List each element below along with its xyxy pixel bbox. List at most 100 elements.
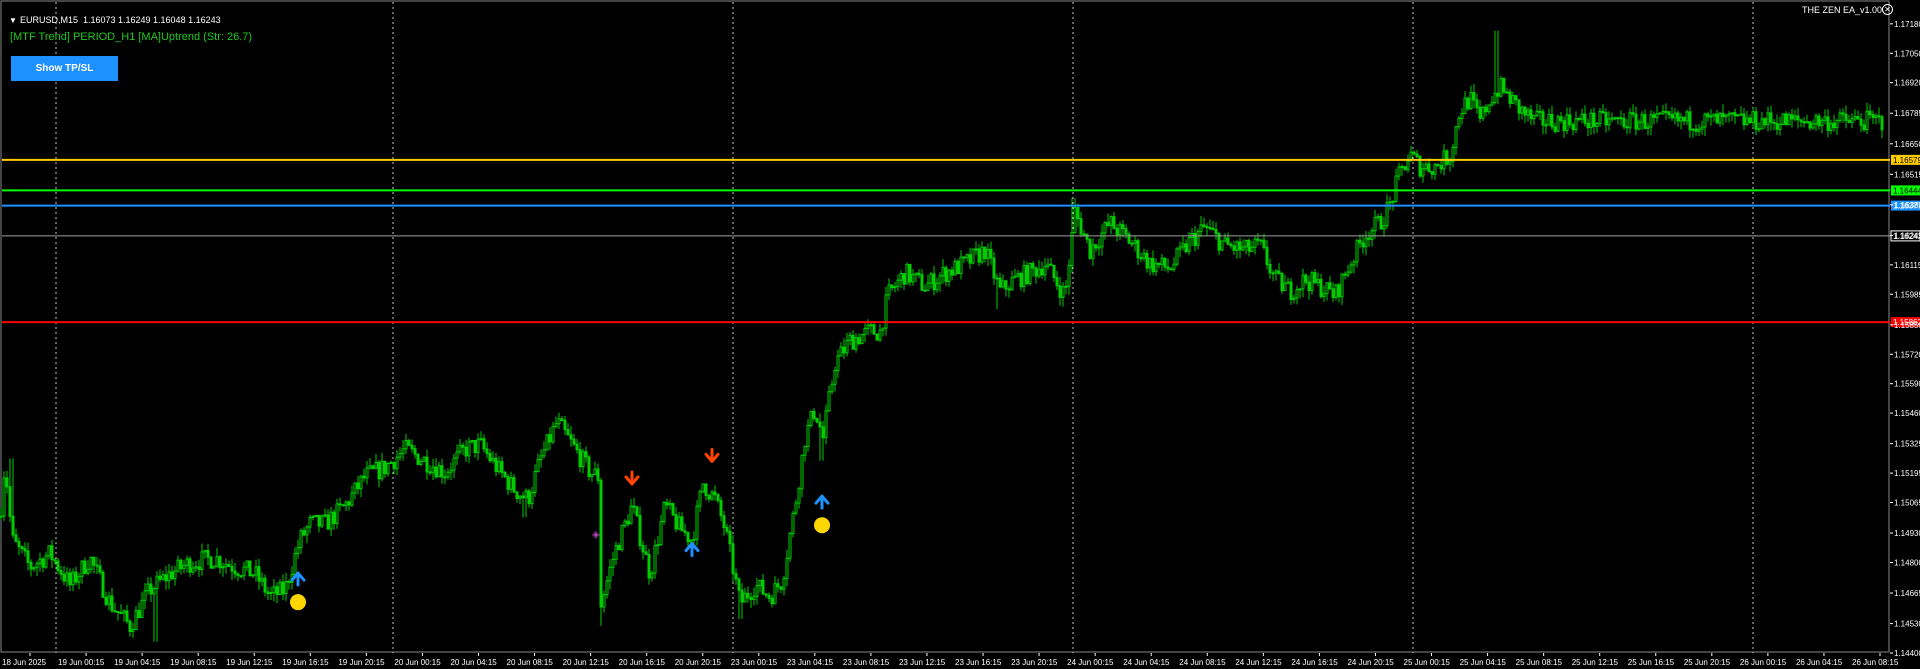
candle-body [782, 577, 786, 590]
candle-body [1211, 227, 1215, 231]
candle-body [1592, 112, 1596, 127]
candle-body [470, 440, 474, 443]
candle-body [1436, 164, 1440, 167]
candle-body [257, 566, 261, 582]
candle-body [1688, 111, 1692, 131]
candle-body [1334, 284, 1338, 298]
candle-body [1823, 116, 1827, 121]
candle-body [215, 556, 219, 567]
candle-body [1022, 265, 1026, 288]
candle-body [1463, 97, 1467, 115]
candle-body [1802, 121, 1806, 124]
candle-body [1184, 243, 1188, 253]
candle-body [1139, 257, 1143, 260]
candle-body [221, 566, 225, 569]
price-chart[interactable]: 1.165791.164441.163771.162431.158621.171… [0, 0, 1920, 669]
candle-body [551, 426, 555, 443]
candle-body [170, 571, 174, 580]
candle-body [842, 346, 846, 354]
candle-body [989, 248, 993, 259]
candle-body [746, 592, 750, 599]
candle-body [26, 550, 30, 563]
candle-body [968, 254, 972, 264]
candle-body [1829, 122, 1833, 132]
candle-body [95, 564, 99, 567]
price-tick-label: 1.14930 [1894, 529, 1920, 538]
candle-body [464, 446, 468, 457]
time-tick-label: 20 Jun 08:15 [507, 658, 554, 667]
candle-body [884, 294, 888, 329]
candle-body [71, 571, 75, 586]
candle-body [872, 324, 876, 335]
candle-body [851, 334, 855, 350]
candle-body [158, 575, 162, 580]
time-tick-label: 24 Jun 20:15 [1347, 658, 1394, 667]
show-tpsl-button[interactable]: Show TP/SL [11, 56, 118, 81]
dropdown-arrow-icon[interactable]: ▼ [9, 16, 17, 25]
close-icon[interactable]: ✕ [1882, 4, 1893, 15]
candle-body [791, 512, 795, 534]
candle-body [701, 483, 705, 493]
price-tick-label: 1.14800 [1894, 558, 1920, 567]
time-tick-label: 20 Jun 04:15 [450, 658, 497, 667]
candle-body [1526, 109, 1530, 116]
candle-body [608, 566, 612, 582]
candle-body [116, 610, 120, 613]
candle-body [614, 544, 618, 560]
candle-body [1718, 112, 1722, 124]
time-tick-label: 19 Jun 16:15 [282, 658, 329, 667]
candle-body [1010, 277, 1014, 291]
candle-body [530, 491, 534, 505]
candle-body [1223, 237, 1227, 242]
candle-body [1238, 241, 1242, 251]
time-tick-label: 20 Jun 12:15 [563, 658, 610, 667]
candle-body [1037, 268, 1041, 277]
price-tick-label: 1.16650 [1894, 140, 1920, 149]
candle-body [389, 461, 393, 464]
time-tick-label: 19 Jun 12:15 [226, 658, 273, 667]
candle-body [1256, 238, 1260, 241]
candle-body [1304, 274, 1308, 283]
candle-body [1862, 124, 1866, 131]
candle-body [1361, 242, 1365, 248]
candle-body [1874, 115, 1878, 119]
candle-body [1427, 163, 1431, 173]
candle-body [149, 583, 153, 595]
candle-body [536, 459, 540, 472]
candle-body [1307, 281, 1311, 292]
time-tick-label: 24 Jun 00:15 [1067, 658, 1114, 667]
candle-body [542, 449, 546, 457]
candle-body [548, 434, 552, 443]
candle-body [188, 558, 192, 573]
candle-body [443, 476, 447, 479]
candle-body [1622, 117, 1626, 128]
candle-body [212, 565, 216, 569]
candle-body [974, 248, 978, 251]
candle-body [1253, 238, 1257, 248]
candle-body [1070, 232, 1074, 267]
candle-body [488, 453, 492, 462]
candle-body [992, 257, 996, 279]
candle-body [1583, 113, 1587, 124]
candle-body [692, 538, 696, 541]
candle-body [446, 471, 450, 478]
candle-body [1076, 207, 1080, 220]
candle-body [1268, 263, 1272, 274]
candle-body [1817, 115, 1821, 127]
candle-body [353, 482, 357, 494]
candle-body [1424, 163, 1428, 170]
candle-body [533, 470, 537, 493]
candle-body [1736, 114, 1740, 117]
candle-body [494, 457, 498, 473]
price-tick-label: 1.14400 [1894, 649, 1920, 658]
candle-body [920, 274, 924, 291]
candle-body [209, 556, 213, 569]
candle-body [1535, 110, 1539, 116]
candle-body [611, 558, 615, 568]
price-tick-label: 1.14530 [1894, 620, 1920, 629]
candle-body [1388, 201, 1392, 204]
candle-body [1760, 118, 1764, 130]
candle-body [1844, 113, 1848, 121]
candle-body [1115, 227, 1119, 236]
candle-body [1646, 126, 1650, 129]
